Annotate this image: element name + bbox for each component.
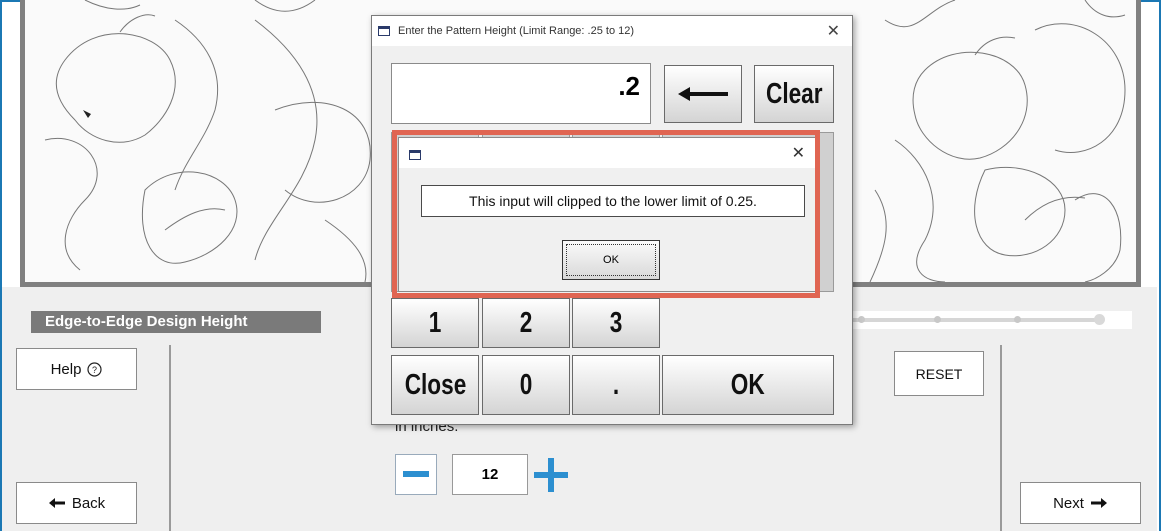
ok-key[interactable]: OK (662, 355, 834, 415)
next-label: Next (1053, 494, 1084, 512)
back-label: Back (71, 494, 106, 512)
backspace-key[interactable] (664, 65, 742, 123)
section-title: Edge-to-Edge Design Height (31, 311, 321, 333)
slider-dot[interactable] (1014, 316, 1021, 323)
divider (169, 345, 171, 531)
key-dot[interactable]: . (572, 355, 660, 415)
keypad-titlebar: Enter the Pattern Height (Limit Range: .… (372, 16, 852, 46)
arrow-left-icon (48, 498, 65, 508)
value-display[interactable]: .2 (391, 63, 651, 124)
key-2[interactable]: 2 (482, 298, 570, 348)
clear-key[interactable]: Clear (754, 65, 834, 123)
key-3[interactable]: 3 (572, 298, 660, 348)
key-1[interactable]: 1 (391, 298, 479, 348)
plus-icon (534, 457, 568, 492)
help-button[interactable]: Help ? (16, 348, 137, 390)
next-button[interactable]: Next (1020, 482, 1141, 524)
help-label: Help (50, 360, 82, 378)
reset-button[interactable]: RESET (894, 351, 984, 396)
cursor-icon (83, 110, 91, 118)
back-button[interactable]: Back (16, 482, 137, 524)
svg-text:?: ? (92, 365, 97, 375)
help-circle-icon: ? (87, 361, 103, 377)
arrow-right-icon (1090, 498, 1107, 508)
divider (1000, 345, 1002, 531)
backspace-arrow-icon (678, 87, 728, 101)
highlight-box (392, 130, 820, 298)
close-icon[interactable]: ✕ (827, 21, 840, 41)
slider-dot[interactable] (858, 316, 865, 323)
keypad-title: Enter the Pattern Height (Limit Range: .… (398, 25, 635, 37)
minus-icon (403, 470, 429, 477)
window-icon (378, 26, 390, 36)
decrement-button[interactable] (395, 454, 437, 495)
slider-handle[interactable] (1094, 314, 1105, 325)
increment-button[interactable] (530, 454, 572, 495)
close-key[interactable]: Close (391, 355, 479, 415)
slider-dot[interactable] (934, 316, 941, 323)
key-0[interactable]: 0 (482, 355, 570, 415)
height-value[interactable]: 12 (452, 454, 528, 495)
